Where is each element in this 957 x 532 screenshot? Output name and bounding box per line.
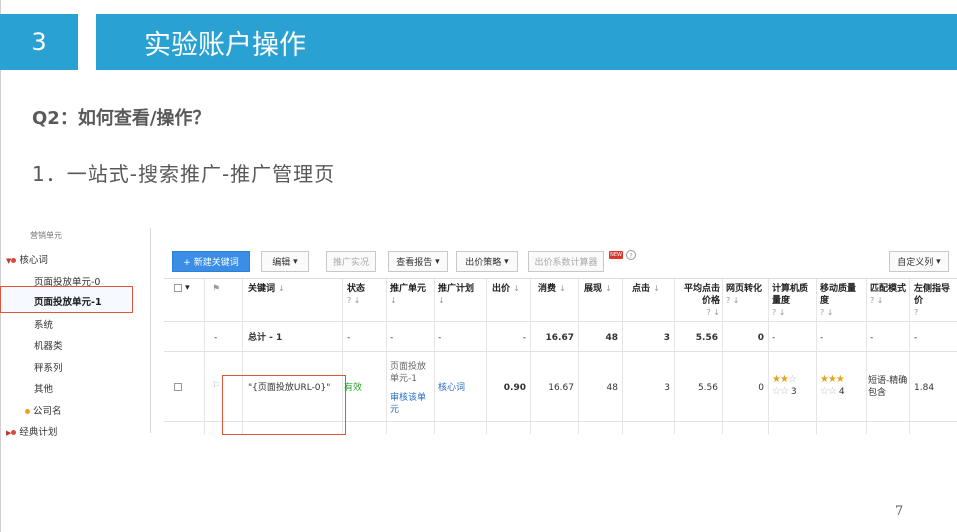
total-status: -: [347, 333, 351, 343]
col-header-conversion[interactable]: 网页转化? ↓: [726, 283, 766, 307]
star-rating-icon: ☆☆: [772, 386, 789, 397]
tree-item-company-name[interactable]: 公司名: [25, 403, 62, 417]
tree-item-core-words[interactable]: ▼ 核心词: [6, 252, 48, 266]
total-keyword: 总计 - 1: [248, 333, 283, 343]
chevron-down-icon: ▾: [504, 256, 509, 267]
review-unit-link[interactable]: 审核该单元: [390, 392, 434, 416]
star-rating-icon: ☆☆: [820, 386, 837, 397]
row-clicks: 3: [664, 383, 670, 393]
row-cost: 16.67: [548, 383, 574, 393]
col-header-match[interactable]: 匹配模式? ↓: [870, 283, 908, 307]
select-all-dropdown[interactable]: ▾: [174, 282, 190, 294]
star-rating-icon: ★★★: [820, 374, 845, 385]
bid-strategy-dropdown[interactable]: 出价策略 ▾: [456, 251, 518, 272]
total-plan: -: [438, 333, 442, 343]
row-bid[interactable]: 0.90: [486, 382, 526, 394]
new-badge: NEW: [609, 251, 623, 259]
total-cost: 16.67: [545, 333, 574, 343]
custom-columns-dropdown[interactable]: 自定义列 ▾: [889, 251, 949, 272]
row-match[interactable]: 短语-精确包含: [868, 375, 908, 399]
col-header-pc-quality[interactable]: 计算机质量度? ↓: [772, 283, 814, 319]
row-unit: 页面投放单元-1: [390, 362, 427, 384]
col-header-cost[interactable]: 消费 ↓: [538, 283, 566, 295]
total-mobile-quality: -: [820, 333, 824, 343]
chevron-down-icon: ▾: [293, 256, 298, 267]
promo-status-button[interactable]: 推广实况: [326, 251, 376, 272]
tree-item-machines[interactable]: 机器类: [34, 338, 63, 352]
status-dot-icon: [25, 409, 30, 414]
help-icon[interactable]: ?: [626, 250, 636, 260]
slide-title: 实验账户操作: [96, 14, 957, 70]
col-header-impressions[interactable]: 展现 ↓: [584, 283, 612, 295]
new-keyword-button[interactable]: + 新建关键词: [172, 251, 250, 272]
star-rating-icon: ★★☆: [772, 374, 797, 385]
row-plan-link[interactable]: 核心词: [438, 382, 465, 394]
col-header-avg-cpc[interactable]: 平均点击价格? ↓: [678, 283, 720, 319]
tree-item-unit-0[interactable]: 页面投放单元-0: [34, 274, 100, 288]
col-header-mobile-quality[interactable]: 移动质量度? ↓: [820, 283, 864, 319]
question-heading: Q2：如何查看/操作？: [32, 108, 211, 129]
chevron-down-icon: ▾: [185, 283, 190, 293]
page-number: 7: [895, 504, 904, 519]
view-report-dropdown[interactable]: 查看报告 ▾: [388, 251, 448, 272]
row-pc-quality: ★★☆ ☆☆ 3: [772, 374, 797, 397]
total-unit: -: [390, 333, 394, 343]
tree-item-marketing-unit[interactable]: 营销单元: [30, 230, 62, 241]
col-header-plan[interactable]: 推广计划 ↓: [438, 283, 474, 307]
flag-icon[interactable]: ⚐: [212, 380, 220, 392]
tree-item-system[interactable]: 系统: [34, 317, 53, 331]
row-guide-price: 1.84: [914, 383, 935, 393]
row-mobile-quality: ★★★ ☆☆ 4: [820, 374, 845, 397]
total-match: -: [870, 333, 874, 343]
status-dot-icon: [11, 430, 17, 435]
tree-item-other[interactable]: 其他: [34, 381, 53, 395]
screenshot-region: 营销单元 ▼ 核心词 页面投放单元-0 页面投放单元-1 系统 机器类 秤系列 其…: [0, 228, 957, 438]
total-conversions: 0: [757, 333, 764, 343]
col-header-clicks[interactable]: 点击 ↓: [632, 283, 660, 295]
total-impressions: 48: [605, 333, 618, 343]
col-header-bid[interactable]: 出价 ↓: [492, 283, 520, 295]
checkbox[interactable]: [174, 283, 182, 292]
tree-item-scale-series[interactable]: 秤系列: [34, 360, 63, 374]
section-number: 3: [0, 14, 78, 70]
status-dot-icon: [11, 258, 17, 263]
col-header-status[interactable]: 状态? ↓: [347, 283, 365, 307]
row-conversions: 0: [758, 383, 764, 393]
tree-item-classic-plan[interactable]: ▶ 经典计划: [6, 424, 57, 438]
total-avg-cpc: 5.56: [695, 333, 718, 343]
chevron-down-icon: ▾: [936, 256, 941, 267]
row-checkbox[interactable]: [174, 383, 182, 391]
keyword-panel: + 新建关键词 编辑 ▾ 推广实况 查看报告 ▾ 出价策略 ▾ 出价系数计算器 …: [164, 243, 957, 435]
col-header-unit[interactable]: 推广单元 ↓: [390, 283, 426, 307]
tree-item-unit-1[interactable]: 页面投放单元-1: [34, 294, 102, 308]
col-header-guide-price[interactable]: 左侧指导价?: [914, 283, 957, 319]
flag-icon: ⚑: [212, 284, 221, 294]
total-pc-quality: -: [772, 333, 776, 343]
chevron-down-icon: ▾: [435, 256, 440, 267]
row-avg-cpc: 5.56: [697, 383, 718, 393]
row-status: 有效: [344, 383, 363, 393]
bid-calculator-button[interactable]: 出价系数计算器: [528, 251, 604, 272]
total-clicks: 3: [663, 333, 670, 343]
account-tree: 营销单元 ▼ 核心词 页面投放单元-0 页面投放单元-1 系统 机器类 秤系列 其…: [0, 228, 151, 438]
col-header-keyword[interactable]: 关键词 ↓: [248, 283, 285, 295]
total-bid: -: [522, 333, 526, 343]
step-text: 1．一站式-搜索推广-推广管理页: [32, 162, 336, 186]
keyword-highlight: [222, 375, 346, 435]
total-guide-price: -: [914, 333, 918, 343]
row-impressions: 48: [606, 383, 618, 393]
edit-dropdown[interactable]: 编辑 ▾: [261, 251, 309, 272]
